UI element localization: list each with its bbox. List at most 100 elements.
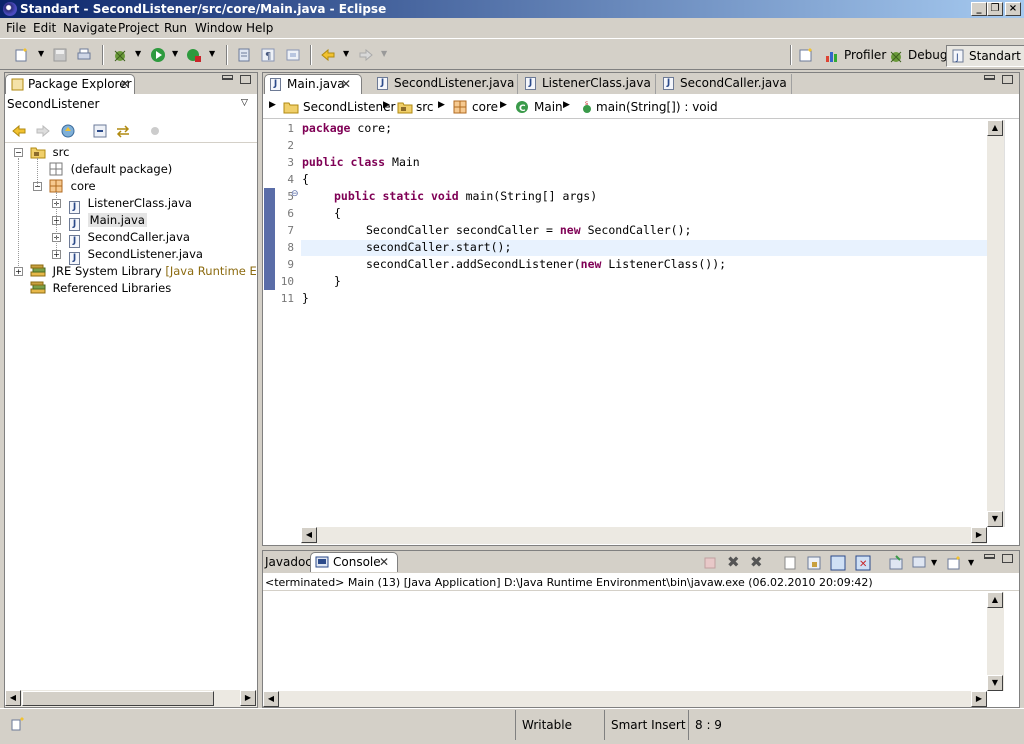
back-icon[interactable] (320, 47, 336, 63)
maximize-editor-icon[interactable] (1002, 75, 1013, 84)
scroll-left-icon[interactable]: ◀ (5, 690, 21, 706)
show-on-error-icon[interactable]: ✕ (855, 555, 871, 571)
perspective-debug[interactable]: Debug (886, 45, 947, 67)
scroll-up-icon[interactable]: ▲ (987, 120, 1003, 136)
tree-item-src[interactable]: src (30, 144, 69, 161)
tree-item-referenced-libraries[interactable]: Referenced Libraries (30, 280, 171, 297)
up-icon[interactable] (60, 123, 76, 139)
external-tools-dropdown-icon[interactable]: ▼ (209, 49, 215, 58)
show-whitespace-icon[interactable]: ¶ (260, 47, 276, 63)
debug-dropdown-icon[interactable]: ▼ (135, 49, 141, 58)
block-selection-icon[interactable] (285, 47, 301, 63)
view-menu-icon[interactable]: ▽ (241, 98, 248, 108)
close-icon[interactable]: ✕ (379, 553, 389, 572)
close-icon[interactable]: ✕ (341, 75, 351, 94)
code-editor[interactable] (301, 120, 987, 527)
breadcrumb-arrow-icon[interactable]: ▶ (269, 100, 276, 110)
remove-all-terminated-icon[interactable]: ✖ (750, 553, 763, 571)
menu-file[interactable]: File (6, 21, 26, 35)
remove-launch-icon[interactable]: ✖ (727, 553, 740, 571)
restore-window-button[interactable]: ❐ (987, 2, 1003, 16)
tree-item-file[interactable]: J SecondListener.java (69, 246, 203, 265)
link-with-editor-icon[interactable] (115, 123, 131, 139)
expand-toggle[interactable]: − (14, 148, 23, 157)
scroll-down-icon[interactable]: ▼ (987, 675, 1003, 691)
maximize-console-icon[interactable] (1002, 554, 1013, 563)
forward-dropdown-icon[interactable]: ▼ (381, 49, 387, 58)
perspective-standart[interactable]: J Standart (946, 45, 1024, 67)
scroll-right-icon[interactable]: ▶ (971, 691, 987, 707)
open-console-dropdown-icon[interactable]: ▼ (968, 558, 974, 567)
scroll-right-icon[interactable]: ▶ (971, 527, 987, 543)
breadcrumb-arrow-icon[interactable]: ▶ (500, 100, 507, 110)
maximize-view-icon[interactable] (240, 75, 251, 84)
new-dropdown-icon[interactable]: ▼ (38, 49, 44, 58)
minimize-window-button[interactable]: _ (971, 2, 987, 16)
clear-console-icon[interactable] (783, 555, 799, 571)
breadcrumb-item[interactable]: src (416, 100, 434, 114)
tab-listenerclass-java[interactable]: J ListenerClass.java (520, 74, 656, 94)
fast-view-icon[interactable] (10, 716, 28, 732)
show-on-output-icon[interactable] (830, 555, 846, 571)
minimize-console-icon[interactable] (984, 554, 995, 559)
new-icon[interactable] (14, 47, 30, 63)
tab-main-java[interactable]: J Main.java ✕ (264, 74, 362, 94)
display-console-icon[interactable] (911, 555, 927, 571)
terminate-icon[interactable] (703, 556, 717, 570)
breadcrumb-item[interactable]: core (472, 100, 498, 114)
console-output[interactable] (263, 592, 987, 691)
back-dropdown-icon[interactable]: ▼ (343, 49, 349, 58)
tree-item-file-selected[interactable]: J Main.java (69, 212, 147, 231)
console-horizontal-scrollbar[interactable] (263, 691, 987, 707)
breadcrumb-item[interactable]: Main (534, 100, 563, 114)
minimize-editor-icon[interactable] (984, 75, 995, 80)
scroll-right-icon[interactable]: ▶ (240, 690, 256, 706)
menu-window[interactable]: Window (195, 21, 242, 35)
tab-console[interactable]: Console ✕ (310, 552, 398, 572)
breadcrumb-arrow-icon[interactable]: ▶ (438, 100, 445, 110)
menu-edit[interactable]: Edit (33, 21, 56, 35)
debug-icon[interactable] (112, 47, 128, 63)
settings-icon[interactable] (147, 123, 163, 139)
close-icon[interactable]: ✕ (120, 75, 130, 94)
run-icon[interactable] (150, 47, 166, 63)
scroll-left-icon[interactable]: ◀ (263, 691, 279, 707)
editor-vertical-scrollbar[interactable] (987, 120, 1004, 527)
forward-nav-icon[interactable] (35, 123, 51, 139)
tree-item-file[interactable]: J ListenerClass.java (69, 195, 192, 214)
scroll-lock-icon[interactable] (806, 555, 822, 571)
external-tools-icon[interactable] (186, 47, 202, 63)
menu-navigate[interactable]: Navigate (63, 21, 117, 35)
breadcrumb-item[interactable]: SecondListener (303, 100, 395, 114)
tab-package-explorer[interactable]: Package Explorer ✕ (5, 74, 135, 94)
scroll-up-icon[interactable]: ▲ (987, 592, 1003, 608)
minimize-view-icon[interactable] (222, 75, 233, 80)
tree-item-file[interactable]: J SecondCaller.java (69, 229, 190, 248)
breadcrumb-arrow-icon[interactable]: ▶ (563, 100, 570, 110)
display-console-dropdown-icon[interactable]: ▼ (931, 558, 937, 567)
pin-console-icon[interactable] (888, 555, 904, 571)
tree-item-default-package[interactable]: (default package) (49, 161, 172, 178)
open-perspective-icon[interactable] (798, 47, 814, 63)
print-icon[interactable] (76, 47, 92, 63)
menu-help[interactable]: Help (246, 21, 273, 35)
close-window-button[interactable]: × (1005, 2, 1021, 16)
tab-secondcaller-java[interactable]: J SecondCaller.java (658, 74, 792, 94)
perspective-profiler[interactable]: Profiler (822, 45, 886, 67)
run-dropdown-icon[interactable]: ▼ (172, 49, 178, 58)
tree-item-jre[interactable]: JRE System Library [Java Runtime Environ… (30, 263, 256, 280)
toggle-breadcrumb-icon[interactable] (236, 47, 252, 63)
breadcrumb-arrow-icon[interactable]: ▶ (383, 100, 390, 110)
forward-icon[interactable] (358, 47, 374, 63)
save-icon[interactable] (52, 47, 68, 63)
breadcrumb-item[interactable]: main(String[]) : void (596, 100, 718, 114)
scroll-down-icon[interactable]: ▼ (987, 511, 1003, 527)
editor-horizontal-scrollbar[interactable] (301, 527, 987, 544)
open-console-icon[interactable] (946, 555, 962, 571)
scroll-thumb[interactable] (22, 691, 214, 706)
collapse-all-icon[interactable] (92, 123, 108, 139)
fold-collapse-icon[interactable]: ⊖ (291, 189, 299, 199)
tab-javadoc[interactable]: Javadoc (263, 553, 312, 573)
tab-secondlistener-java[interactable]: J SecondListener.java (372, 74, 518, 94)
menu-run[interactable]: Run (164, 21, 187, 35)
